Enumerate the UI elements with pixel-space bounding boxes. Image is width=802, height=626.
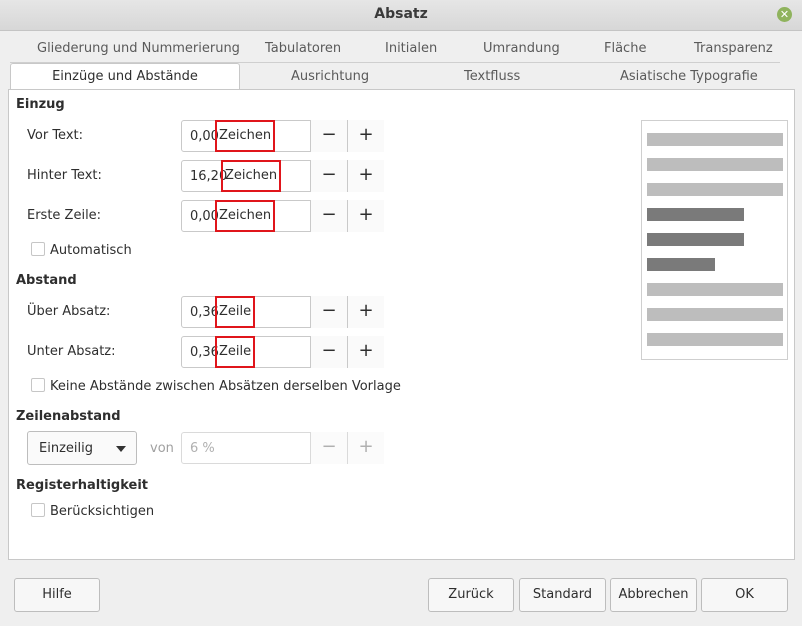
register-activate-label: Berücksichtigen	[50, 504, 155, 519]
tab-alignment[interactable]: Ausrichtung	[291, 69, 369, 84]
after-text-decrease-button[interactable]: −	[310, 160, 347, 192]
first-line-increase-button[interactable]: +	[347, 200, 384, 232]
line-spacing-dropdown[interactable]: Einzeilig	[27, 431, 137, 465]
cancel-button[interactable]: Abbrechen	[610, 578, 697, 612]
above-paragraph-decrease-button[interactable]: −	[310, 296, 347, 328]
tab-tabs[interactable]: Tabulatoren	[265, 41, 341, 56]
checkbox-box[interactable]	[31, 242, 45, 256]
before-text-decrease-button[interactable]: −	[310, 120, 347, 152]
above-paragraph-label: Über Absatz:	[27, 304, 111, 319]
first-line-spinfield[interactable]: 0,00 Zeichen − +	[181, 200, 384, 232]
chevron-down-icon	[116, 446, 126, 452]
line-spacing-value[interactable]: 6 %	[190, 441, 215, 456]
register-activate-checkbox[interactable]: Berücksichtigen	[31, 503, 154, 519]
spacing-heading: Abstand	[16, 273, 77, 288]
preview-line	[647, 333, 783, 346]
tab-row-1: Gliederung und Nummerierung Tabulatoren …	[10, 36, 780, 63]
below-paragraph-spinfield[interactable]: 0,36 Zeile − +	[181, 336, 384, 368]
below-paragraph-label: Unter Absatz:	[27, 344, 116, 359]
automatic-label: Automatisch	[50, 243, 132, 258]
line-spacing-selected: Einzeilig	[39, 441, 93, 456]
line-spacing-of-label: von	[150, 441, 174, 456]
tab-panel: Einzug Vor Text: 0,00 Zeichen − + Hinter…	[8, 89, 795, 560]
tab-outline-numbering[interactable]: Gliederung und Nummerierung	[37, 41, 240, 56]
preview-line	[647, 133, 783, 146]
before-text-unit: Zeichen	[215, 120, 276, 152]
title-bar: Absatz ✕	[0, 0, 802, 31]
after-text-label: Hinter Text:	[27, 168, 102, 183]
paragraph-preview	[641, 120, 788, 360]
preview-line	[647, 283, 783, 296]
preview-line	[647, 208, 744, 221]
reset-button[interactable]: Zurück	[428, 578, 514, 612]
tab-text-flow[interactable]: Textfluss	[464, 69, 520, 84]
first-line-unit: Zeichen	[215, 200, 276, 232]
before-text-label: Vor Text:	[27, 128, 83, 143]
line-spacing-value-spinfield[interactable]: 6 % − +	[181, 432, 384, 464]
tab-row-2: Einzüge und Abstände Ausrichtung Textflu…	[10, 63, 793, 90]
register-heading: Registerhaltigkeit	[16, 478, 149, 493]
line-spacing-increase-button[interactable]: +	[347, 432, 384, 464]
help-button[interactable]: Hilfe	[14, 578, 100, 612]
preview-line	[647, 308, 783, 321]
window-title: Absatz	[374, 6, 428, 22]
first-line-decrease-button[interactable]: −	[310, 200, 347, 232]
after-text-increase-button[interactable]: +	[347, 160, 384, 192]
after-text-spinfield[interactable]: 16,20 Zeichen − +	[181, 160, 384, 192]
after-text-unit: Zeichen	[221, 160, 282, 192]
tab-drop-caps[interactable]: Initialen	[385, 41, 437, 56]
tab-area[interactable]: Fläche	[604, 41, 646, 56]
preview-line	[647, 258, 715, 271]
before-text-increase-button[interactable]: +	[347, 120, 384, 152]
standard-button[interactable]: Standard	[519, 578, 606, 612]
above-paragraph-unit: Zeile	[215, 296, 256, 328]
preview-line	[647, 233, 744, 246]
before-text-spinfield[interactable]: 0,00 Zeichen − +	[181, 120, 384, 152]
automatic-checkbox[interactable]: Automatisch	[31, 242, 132, 258]
preview-line	[647, 183, 783, 196]
no-space-same-style-checkbox[interactable]: Keine Abstände zwischen Absätzen derselb…	[31, 378, 401, 394]
line-spacing-heading: Zeilenabstand	[16, 409, 121, 424]
tab-asian-typography[interactable]: Asiatische Typografie	[620, 69, 758, 84]
tab-transparency[interactable]: Transparenz	[694, 41, 773, 56]
checkbox-box[interactable]	[31, 503, 45, 517]
above-paragraph-increase-button[interactable]: +	[347, 296, 384, 328]
preview-line	[647, 158, 783, 171]
no-space-same-style-label: Keine Abstände zwischen Absätzen derselb…	[50, 379, 401, 394]
below-paragraph-unit: Zeile	[215, 336, 256, 368]
tab-borders[interactable]: Umrandung	[483, 41, 560, 56]
indent-heading: Einzug	[16, 97, 65, 112]
close-icon[interactable]: ✕	[777, 7, 792, 22]
checkbox-box[interactable]	[31, 378, 45, 392]
first-line-label: Erste Zeile:	[27, 208, 102, 223]
line-spacing-decrease-button[interactable]: −	[310, 432, 347, 464]
ok-button[interactable]: OK	[701, 578, 788, 612]
above-paragraph-spinfield[interactable]: 0,36 Zeile − +	[181, 296, 384, 328]
below-paragraph-increase-button[interactable]: +	[347, 336, 384, 368]
tab-indents-spacing[interactable]: Einzüge und Abstände	[10, 63, 240, 90]
below-paragraph-decrease-button[interactable]: −	[310, 336, 347, 368]
